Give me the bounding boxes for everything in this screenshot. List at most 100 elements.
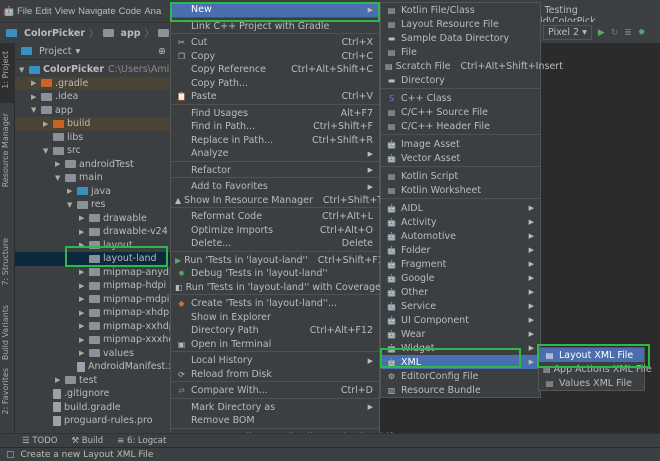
menu-item-mark-directory-as[interactable]: Mark Directory as ▶ [171, 401, 379, 415]
tree-item-proguard-rules-pro[interactable]: proguard-rules.pro [15, 414, 170, 428]
menu-item-directory-path[interactable]: Directory Path Ctrl+Alt+F12 [171, 324, 379, 338]
breadcrumb-item[interactable]: app [121, 28, 141, 39]
menu-item-paste[interactable]: 📋 Paste Ctrl+V [171, 90, 379, 104]
tree-item-androidtest[interactable]: ▶ androidTest [15, 158, 170, 172]
expand-arrow-icon[interactable]: ▶ [79, 322, 89, 330]
tree-item-java[interactable]: ▶ java [15, 185, 170, 199]
expand-arrow-icon[interactable]: ▼ [55, 174, 65, 182]
menu-item-local-history[interactable]: Local History ▶ [171, 354, 379, 368]
menu-item-debug-tests-in-layout-land[interactable]: ✹ Debug 'Tests in 'layout-land'' [171, 267, 379, 281]
menu-item-refactor[interactable]: Refactor ▶ [171, 164, 379, 178]
menu-item-show-in-explorer[interactable]: Show in Explorer [171, 311, 379, 325]
expand-arrow-icon[interactable]: ▶ [55, 376, 65, 384]
tree-item-app[interactable]: ▼ app [15, 104, 170, 118]
expand-arrow-icon[interactable]: ▶ [79, 349, 89, 357]
tree-item-idea[interactable]: ▶ .idea [15, 90, 170, 104]
expand-arrow-icon[interactable]: ▶ [79, 309, 89, 317]
tree-item-build-gradle[interactable]: build.gradle [15, 401, 170, 415]
tree-item-main[interactable]: ▼ main [15, 171, 170, 185]
expand-arrow-icon[interactable]: ▶ [79, 228, 89, 236]
expand-arrow-icon[interactable]: ▶ [31, 93, 41, 101]
menu-navigate[interactable]: Navigate [78, 6, 116, 17]
new-item-automotive[interactable]: 🤖 Automotive ▶ [381, 229, 540, 243]
expand-arrow-icon[interactable]: ▶ [31, 79, 41, 87]
new-item-other[interactable]: 🤖 Other ▶ [381, 285, 540, 299]
menu-item-cut[interactable]: ✂ Cut Ctrl+X [171, 36, 379, 50]
tab-project[interactable]: 1: Project [1, 51, 10, 89]
expand-arrow-icon[interactable]: ▼ [43, 147, 53, 155]
menu-file[interactable]: File [17, 6, 32, 17]
expand-arrow-icon[interactable]: ▼ [67, 201, 77, 209]
new-item-scratch-file[interactable]: ▤ Scratch File Ctrl+Alt+Shift+Insert [381, 59, 563, 73]
device-selector[interactable]: Pixel 2 ▾ [543, 25, 592, 40]
menu-item-add-to-favorites[interactable]: Add to Favorites ▶ [171, 180, 379, 194]
tree-item-mipmap-xxxhdpi[interactable]: ▶ mipmap-xxxhdpi [15, 333, 170, 347]
menu-item-copy[interactable]: ❐ Copy Ctrl+C [171, 50, 379, 64]
tree-item-mipmap-xxhdpi[interactable]: ▶ mipmap-xxhdpi [15, 320, 170, 334]
menu-item-run-tests-in-layout-land-with-coverage[interactable]: ◧ Run 'Tests in 'layout-land'' with Cover… [171, 281, 381, 295]
new-item-layout-resource-file[interactable]: ▤ Layout Resource File [381, 17, 540, 31]
tab-resource-manager[interactable]: Resource Manager [1, 113, 10, 187]
run-icon[interactable]: ▶ [598, 28, 605, 38]
debug-icon[interactable]: ✹ [638, 28, 646, 38]
new-item-vector-asset[interactable]: 🤖 Vector Asset [381, 151, 540, 165]
tab-todo[interactable]: ☰ TODO [22, 436, 57, 446]
new-item-file[interactable]: ▤ File [381, 45, 540, 59]
menu-item-replace-in-path[interactable]: Replace in Path... Ctrl+Shift+R [171, 134, 379, 148]
tab-structure[interactable]: 7: Structure [1, 238, 10, 286]
xml-item-values-xml-file[interactable]: ▤ Values XML File [539, 376, 644, 390]
tree-item-test[interactable]: ▶ test [15, 374, 170, 388]
new-item-service[interactable]: 🤖 Service ▶ [381, 299, 540, 313]
tree-item-res[interactable]: ▼ res [15, 198, 170, 212]
tree-item-drawable-v24[interactable]: ▶ drawable-v24 [15, 225, 170, 239]
tab-favorites[interactable]: 2: Favorites [1, 368, 10, 414]
menu-item-find-usages[interactable]: Find Usages Alt+F7 [171, 107, 379, 121]
tab-build[interactable]: ⚒ Build [71, 436, 103, 446]
new-item-folder[interactable]: 🤖 Folder ▶ [381, 243, 540, 257]
apply-changes-icon[interactable]: ↻ [611, 28, 619, 38]
menu-item-create-tests-in-layout-land[interactable]: ◆ Create 'Tests in 'layout-land''... [171, 297, 379, 311]
expand-arrow-icon[interactable]: ▶ [79, 282, 89, 290]
tab-build-variants[interactable]: Build Variants [1, 305, 10, 360]
menu-item-remove-bom[interactable]: Remove BOM [171, 414, 379, 428]
expand-arrow-icon[interactable]: ▶ [79, 295, 89, 303]
expand-arrow-icon[interactable]: ▶ [79, 336, 89, 344]
new-item-image-asset[interactable]: 🤖 Image Asset [381, 137, 540, 151]
menu-item-reformat-code[interactable]: Reformat Code Ctrl+Alt+L [171, 210, 379, 224]
expand-arrow-icon[interactable]: ▶ [79, 214, 89, 222]
breadcrumb-item[interactable]: ColorPicker [24, 28, 85, 39]
locate-icon[interactable]: ⊕ [158, 46, 166, 57]
menu-item-find-in-path[interactable]: Find in Path... Ctrl+Shift+F [171, 120, 379, 134]
menu-item-delete[interactable]: Delete... Delete [171, 237, 379, 251]
menu-item-optimize-imports[interactable]: Optimize Imports Ctrl+Alt+O [171, 224, 379, 238]
expand-arrow-icon[interactable]: ▶ [43, 120, 53, 128]
tree-item-libs[interactable]: libs [15, 131, 170, 145]
new-item-aidl[interactable]: 🤖 AIDL ▶ [381, 201, 540, 215]
new-item-c-c-header-file[interactable]: ▤ C/C++ Header File [381, 119, 540, 133]
tree-item-drawable[interactable]: ▶ drawable [15, 212, 170, 226]
tree-item-gradle[interactable]: ▶ .gradle [15, 76, 170, 90]
tree-item-src[interactable]: ▼ src [15, 144, 170, 158]
tree-item-build[interactable]: ▶ build [15, 117, 170, 131]
menu-item-copy-reference[interactable]: Copy Reference Ctrl+Alt+Shift+C [171, 63, 379, 77]
apply-code-icon[interactable]: ≣ [624, 28, 632, 38]
new-item-activity[interactable]: 🤖 Activity ▶ [381, 215, 540, 229]
tree-item-mipmap-mdpi[interactable]: ▶ mipmap-mdpi [15, 293, 170, 307]
new-item-sample-data-directory[interactable]: ▬ Sample Data Directory [381, 31, 540, 45]
menu-item-show-in-resource-manager[interactable]: ▲ Show In Resource Manager Ctrl+Shift+T [171, 194, 383, 208]
tree-item-androidmanifest-xml[interactable]: AndroidManifest.xml [15, 360, 170, 374]
new-item-fragment[interactable]: 🤖 Fragment ▶ [381, 257, 540, 271]
tree-item-gitignore[interactable]: .gitignore [15, 387, 170, 401]
new-item-kotlin-script[interactable]: ▤ Kotlin Script [381, 169, 540, 183]
new-item-c-class[interactable]: S C++ Class [381, 91, 540, 105]
new-item-kotlin-file-class[interactable]: ▤ Kotlin File/Class [381, 3, 540, 17]
new-item-resource-bundle[interactable]: ▥ Resource Bundle [381, 383, 540, 397]
expand-arrow-icon[interactable]: ▼ [31, 106, 41, 114]
expand-arrow-icon[interactable]: ▶ [55, 160, 65, 168]
expand-arrow-icon[interactable]: ▶ [79, 268, 89, 276]
new-item-c-c-source-file[interactable]: ▤ C/C++ Source File [381, 105, 540, 119]
menu-item-reload-from-disk[interactable]: ⟳ Reload from Disk [171, 368, 379, 382]
tree-item-mipmap-xhdpi[interactable]: ▶ mipmap-xhdpi [15, 306, 170, 320]
new-item-ui-component[interactable]: 🤖 UI Component ▶ [381, 313, 540, 327]
menu-item-copy-path[interactable]: Copy Path... [171, 77, 379, 91]
